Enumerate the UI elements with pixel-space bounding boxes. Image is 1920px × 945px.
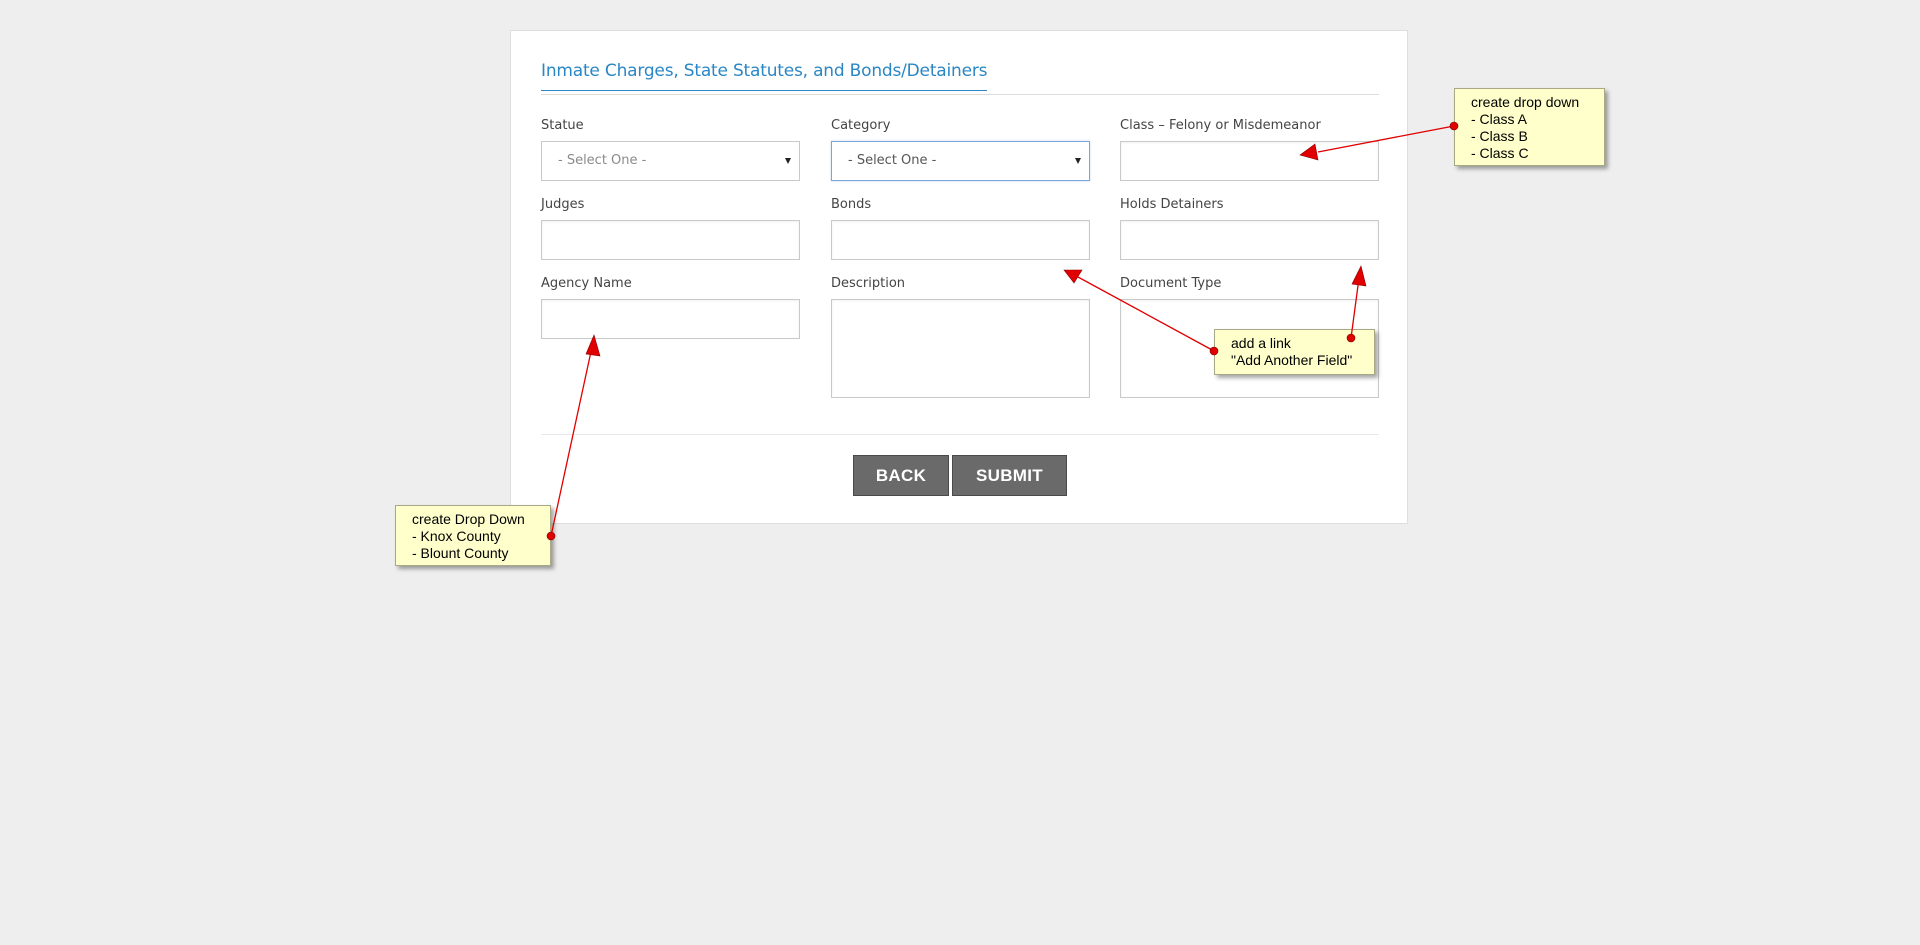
description-textarea[interactable] <box>831 299 1090 398</box>
note-line: create drop down <box>1471 94 1580 110</box>
title-divider <box>541 94 1379 95</box>
document-type-label: Document Type <box>1120 276 1222 291</box>
add-field-link-note: add a link "Add Another Field" <box>1214 329 1375 375</box>
agency-name-field: Agency Name <box>541 275 800 339</box>
category-select-value: - Select One - <box>848 153 937 168</box>
caret-down-icon <box>785 158 791 164</box>
submit-button[interactable]: SUBMIT <box>952 455 1067 496</box>
note-line: "Add Another Field" <box>1231 352 1353 368</box>
bonds-field: Bonds <box>831 196 1090 260</box>
form-footer-divider <box>541 434 1379 435</box>
bonds-input[interactable] <box>831 220 1090 260</box>
judges-field: Judges <box>541 196 800 260</box>
holds-detainers-field: Holds Detainers <box>1120 196 1379 260</box>
agency-name-label: Agency Name <box>541 276 632 291</box>
note-line: add a link <box>1231 335 1291 351</box>
agency-name-input[interactable] <box>541 299 800 339</box>
statue-field: Statue - Select One - <box>541 117 800 181</box>
note-line: - Knox County <box>412 528 501 544</box>
class-input[interactable] <box>1120 141 1379 181</box>
note-line: - Class A <box>1471 111 1528 127</box>
class-dropdown-note: create drop down - Class A - Class B - C… <box>1454 88 1605 166</box>
holds-detainers-input[interactable] <box>1120 220 1379 260</box>
note-line: - Blount County <box>412 545 509 561</box>
note-line: create Drop Down <box>412 511 525 527</box>
class-label: Class – Felony or Misdemeanor <box>1120 118 1321 133</box>
bonds-label: Bonds <box>831 197 872 212</box>
caret-down-icon <box>1075 158 1081 164</box>
description-label: Description <box>831 276 906 291</box>
charges-form-panel: Inmate Charges, State Statutes, and Bond… <box>510 30 1408 524</box>
back-button[interactable]: BACK <box>853 455 949 496</box>
judges-input[interactable] <box>541 220 800 260</box>
category-label: Category <box>831 118 891 133</box>
holds-detainers-label: Holds Detainers <box>1120 197 1224 212</box>
note-line: - Class C <box>1471 145 1529 161</box>
statue-select-value: - Select One - <box>558 153 647 168</box>
class-field: Class – Felony or Misdemeanor <box>1120 117 1379 181</box>
statue-label: Statue <box>541 118 584 133</box>
statue-select[interactable]: - Select One - <box>541 141 800 181</box>
agency-dropdown-note: create Drop Down - Knox County - Blount … <box>395 505 551 566</box>
form-title: Inmate Charges, State Statutes, and Bond… <box>541 61 988 91</box>
description-field: Description <box>831 275 1090 398</box>
category-select[interactable]: - Select One - <box>831 141 1090 181</box>
judges-label: Judges <box>541 197 585 212</box>
note-line: - Class B <box>1471 128 1528 144</box>
category-field: Category - Select One - <box>831 117 1090 181</box>
